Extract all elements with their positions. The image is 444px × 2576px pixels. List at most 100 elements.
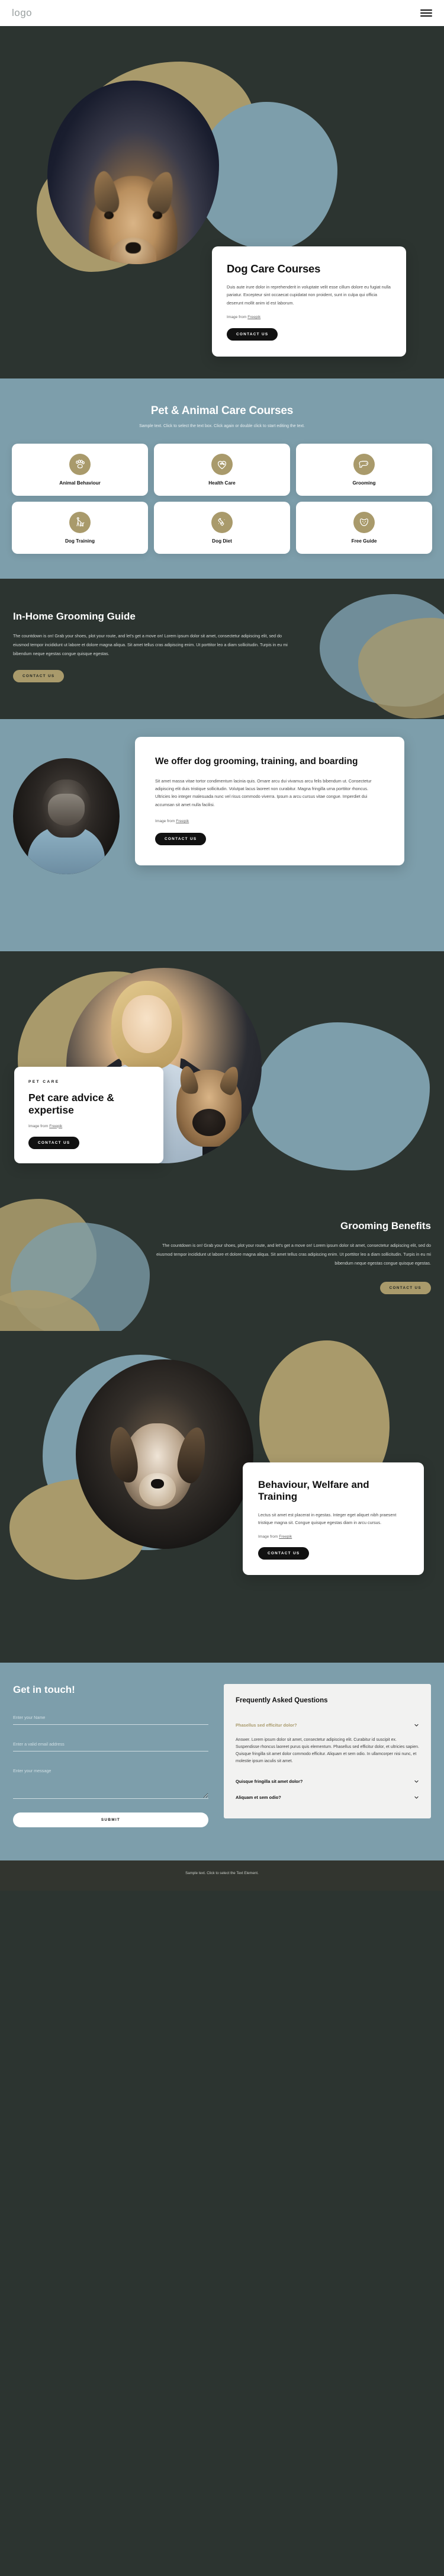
offer-card: We offer dog grooming, training, and boa… [135,737,404,865]
hero-credit-prefix: Image from [227,315,248,319]
behaviour-section: Behaviour, Welfare and Training Lectus s… [0,1330,444,1663]
dog-ear-right [218,1064,242,1096]
dog-head [105,1423,210,1510]
course-card-dog-training[interactable]: Dog Training [12,502,148,554]
guide-contact-button[interactable]: CONTACT US [13,670,65,683]
name-input[interactable] [13,1711,208,1725]
faq-title: Frequently Asked Questions [236,1696,328,1704]
benefits-olive-blob-2 [0,1290,101,1331]
dog-ear-left [89,169,122,216]
dog-nose [126,242,141,254]
courses-section: Pet & Animal Care Courses Sample text. C… [0,378,444,579]
expert-eyebrow: PET CARE [28,1080,60,1085]
hero-dog-photo [47,81,219,264]
faq-question[interactable]: Quisque fringilla sit amet dolor? [236,1773,419,1789]
email-input[interactable] [13,1737,208,1751]
dog-muzzle [192,1109,226,1137]
courses-title: Pet & Animal Care Courses [150,405,294,417]
hero-contact-button[interactable]: CONTACT US [227,328,278,341]
course-label: Dog Training [65,538,95,544]
expert-contact-button[interactable]: CONTACT US [28,1136,80,1149]
course-label: Grooming [352,480,376,486]
faq-question[interactable]: Aliquam et sem odio? [236,1789,419,1805]
benefits-body: The countdown is on! Grab your shoes, pl… [156,1243,431,1266]
offer-dog-photo [13,758,120,875]
paw-icon [69,454,91,475]
benefits-button-row: CONTACT US [13,1281,431,1294]
hero-credit-link[interactable]: Freepik [247,315,260,319]
offer-image-credit: Image from Freepik [155,819,384,823]
faq-panel: Frequently Asked Questions Phasellus sed… [224,1683,431,1818]
behaviour-dog-photo [76,1359,253,1549]
behaviour-title: Behaviour, Welfare and Training [258,1478,369,1502]
message-input[interactable] [13,1764,208,1799]
hero-body: Duis aute irure dolor in reprehenderit i… [227,284,391,306]
faq-question-text: Aliquam et sem odio? [236,1794,281,1800]
courses-subtitle: Sample text. Click to select the text bo… [139,424,305,428]
site-footer: Sample text. Click to select the Text El… [0,1860,444,1891]
dog-beard [48,794,85,826]
behaviour-contact-button[interactable]: CONTACT US [258,1547,310,1560]
behaviour-image-credit: Image from Freepik [258,1535,408,1539]
behaviour-credit-link[interactable]: Freepik [279,1535,292,1539]
course-card-grooming[interactable]: Grooming [296,444,432,496]
expert-steel-blob [252,1022,430,1171]
offer-credit-prefix: Image from [155,819,176,823]
heart-paw-icon [211,454,233,475]
benefits-contact-button[interactable]: CONTACT US [379,1281,431,1294]
expertise-section: PET CARE Pet care advice & expertise Ima… [0,951,444,1189]
behaviour-card: Behaviour, Welfare and Training Lectus s… [243,1462,424,1576]
guide-olive-blob [358,618,444,718]
faq-question-text: Quisque fringilla sit amet dolor? [236,1778,303,1784]
expert-image-credit: Image from Freepik [28,1124,149,1128]
contact-section: Get in touch! SUBMIT Frequently Asked Qu… [0,1662,444,1860]
hero-title: Dog Care Courses [227,262,321,275]
course-label: Dog Diet [212,538,232,544]
course-label: Health Care [208,480,236,486]
course-label: Free Guide [351,538,377,544]
course-label: Animal Behaviour [59,480,101,486]
offer-credit-link[interactable]: Freepik [176,819,189,823]
expert-title: Pet care advice & expertise [28,1092,114,1116]
course-card-health-care[interactable]: Health Care [154,444,290,496]
offer-body: Sit amet massa vitae tortor condimentum … [155,778,372,807]
course-card-dog-diet[interactable]: Dog Diet [154,502,290,554]
faq-item: Phasellus sed efficitur dolor? Answer. L… [236,1717,419,1773]
chevron-down-icon [414,1780,419,1783]
bone-heart-icon [211,512,233,533]
dog-face-icon [353,512,375,533]
dog-head-icon [353,454,375,475]
expert-credit-link[interactable]: Freepik [49,1124,62,1128]
hero-image-credit: Image from Freepik [227,315,391,319]
hamburger-menu-icon[interactable] [420,9,432,17]
grooming-guide-section: In-Home Grooming Guide The countdown is … [0,579,444,720]
page-root: logo Dog Care Courses Duis aute irure do… [0,0,444,1891]
hero-card: Dog Care Courses Duis aute irure dolor i… [212,246,406,357]
site-logo[interactable]: logo [12,7,32,19]
footer-text: Sample text. Click to select the Text El… [185,1871,259,1875]
course-card-animal-behaviour[interactable]: Animal Behaviour [12,444,148,496]
hero-section: Dog Care Courses Duis aute irure dolor i… [0,26,444,378]
guide-body: The countdown is on! Grab your shoes, pl… [13,633,288,656]
benefits-title: Grooming Benefits [340,1220,431,1232]
dog-eye-left [104,211,114,220]
dog-muzzle [139,1473,176,1507]
guide-title: In-Home Grooming Guide [13,611,136,622]
faq-question-text: Phasellus sed efficitur dolor? [236,1722,297,1728]
dog-nose [151,1479,164,1489]
course-card-free-guide[interactable]: Free Guide [296,502,432,554]
behaviour-body: Lectus sit amet est placerat in egestas.… [258,1512,397,1525]
offer-section: We offer dog grooming, training, and boa… [0,719,444,952]
expert-credit-prefix: Image from [28,1124,50,1128]
dog-illustration [176,1064,242,1147]
submit-button[interactable]: SUBMIT [13,1812,208,1827]
behaviour-credit-prefix: Image from [258,1535,279,1539]
site-header: logo [0,0,444,26]
benefits-steel-blob [11,1223,150,1331]
offer-contact-button[interactable]: CONTACT US [155,833,207,845]
expertise-card: PET CARE Pet care advice & expertise Ima… [14,1067,163,1163]
faq-answer: Answer. Lorem ipsum dolor sit amet, cons… [236,1737,419,1763]
chevron-down-icon [414,1724,419,1727]
faq-question[interactable]: Phasellus sed efficitur dolor? [236,1717,419,1733]
dog-ear-left [105,1425,141,1486]
